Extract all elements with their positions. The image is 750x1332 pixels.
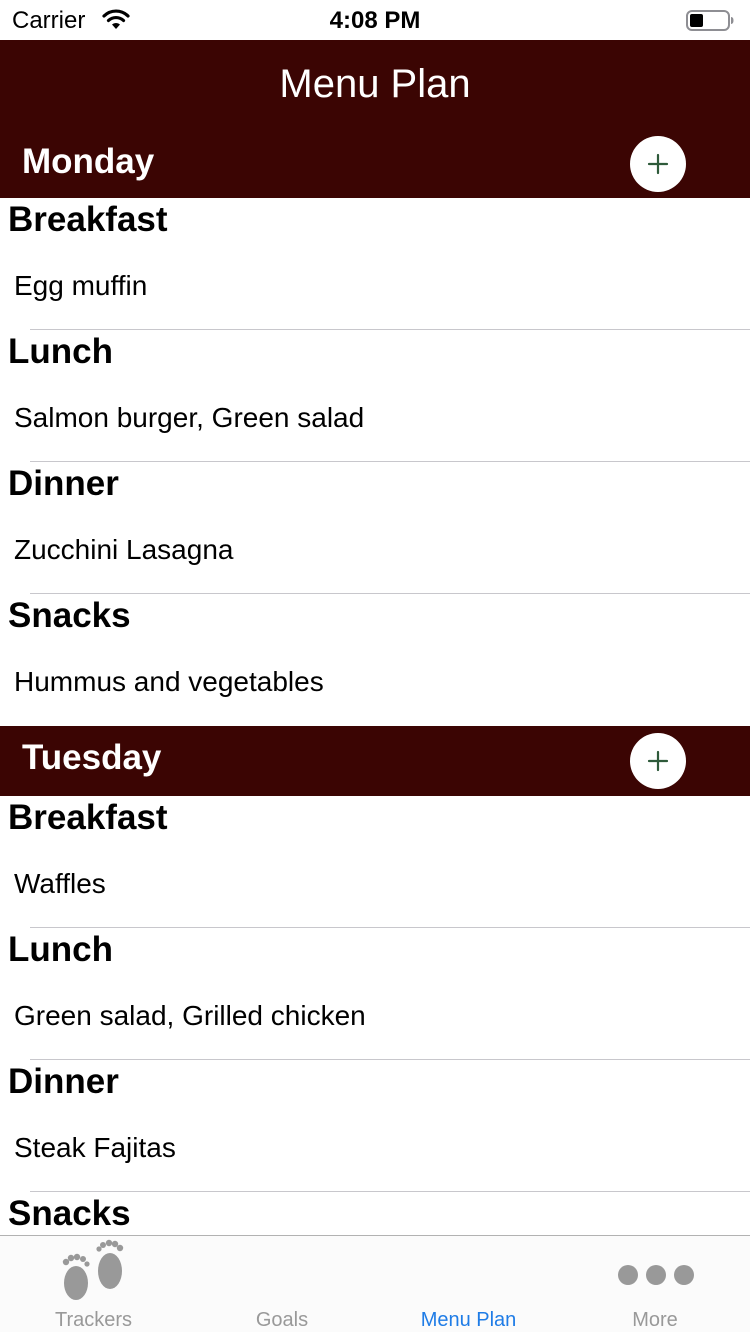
status-time: 4:08 PM (329, 7, 421, 34)
navigation-bar: Menu Plan (0, 40, 750, 132)
meal-items: Steak Fajitas (14, 1132, 176, 1163)
meal-row-monday-snacks[interactable]: Snacks Hummus and vegetables (0, 594, 750, 726)
tab-bar: Trackers Goals Menu Plan More (0, 1235, 750, 1332)
tab-label: Trackers (54, 1309, 133, 1331)
tab-menu-plan[interactable]: Menu Plan (377, 1236, 560, 1332)
plus-icon (647, 153, 669, 175)
day-header-tuesday: Tuesday (0, 726, 750, 796)
meal-row-tuesday-breakfast[interactable]: Breakfast Waffles (0, 796, 750, 928)
meal-title: Dinner (8, 1062, 119, 1101)
tab-more[interactable]: More (560, 1236, 750, 1332)
meal-items: Waffles (14, 868, 106, 899)
meal-title: Snacks (8, 596, 131, 635)
add-meal-button[interactable] (630, 136, 686, 192)
battery-icon (686, 10, 734, 31)
status-bar: Carrier 4:08 PM (0, 0, 750, 40)
meal-items: Green salad, Grilled chicken (14, 1000, 366, 1031)
meal-title: Dinner (8, 464, 119, 503)
tab-label: More (632, 1309, 678, 1331)
meal-row-tuesday-lunch[interactable]: Lunch Green salad, Grilled chicken (0, 928, 750, 1060)
meal-row-monday-breakfast[interactable]: Breakfast Egg muffin (0, 198, 750, 330)
day-header-monday: Monday (0, 130, 750, 198)
meal-title: Breakfast (8, 200, 168, 239)
meal-row-monday-dinner[interactable]: Dinner Zucchini Lasagna (0, 462, 750, 594)
more-dots-icon (618, 1265, 694, 1285)
footprints-icon (62, 1239, 124, 1300)
page-title: Menu Plan (279, 62, 471, 106)
meal-row-tuesday-dinner[interactable]: Dinner Steak Fajitas (0, 1060, 750, 1192)
meal-items: Zucchini Lasagna (14, 534, 234, 565)
tab-trackers[interactable]: Trackers (0, 1236, 187, 1332)
meal-title: Lunch (8, 332, 113, 371)
meal-title: Lunch (8, 930, 113, 969)
meal-title: Snacks (8, 1194, 131, 1233)
tab-label: Goals (255, 1309, 309, 1331)
meal-items: Hummus and vegetables (14, 666, 324, 697)
tab-goals[interactable]: Goals (187, 1236, 377, 1332)
day-title: Monday (22, 142, 155, 181)
add-meal-button[interactable] (630, 733, 686, 789)
plus-icon (647, 750, 669, 772)
tab-label: Menu Plan (420, 1309, 517, 1331)
menu-plan-screen: Carrier 4:08 PM Menu Plan Monday Breakfa… (0, 0, 750, 1332)
meal-row-monday-lunch[interactable]: Lunch Salmon burger, Green salad (0, 330, 750, 462)
day-title: Tuesday (22, 738, 162, 777)
meal-items: Salmon burger, Green salad (14, 402, 365, 433)
meal-title: Breakfast (8, 798, 168, 837)
meal-items: Egg muffin (14, 270, 148, 301)
